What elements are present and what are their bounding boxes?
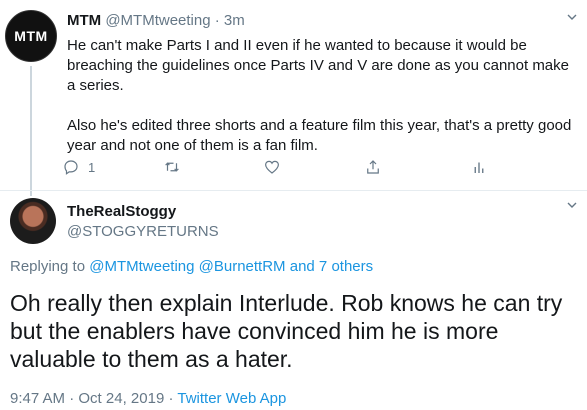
analytics-icon bbox=[474, 162, 484, 173]
heart-icon bbox=[265, 160, 279, 174]
tweet-text: Oh really then explain Interlude. Rob kn… bbox=[10, 290, 563, 372]
mention-link[interactable]: @MTMtweeting bbox=[89, 258, 194, 275]
tweet-paragraph-1: He can't make Parts I and II even if he … bbox=[67, 37, 569, 94]
retweet-button[interactable] bbox=[163, 156, 181, 178]
analytics-button[interactable] bbox=[470, 156, 488, 178]
thread-connector-line bbox=[30, 66, 32, 196]
mention-link[interactable]: @BurnettRM bbox=[199, 258, 286, 275]
chevron-down-icon[interactable] bbox=[567, 12, 577, 22]
share-button[interactable] bbox=[364, 156, 382, 178]
like-button[interactable] bbox=[263, 156, 281, 178]
tweet-paragraph-2: Also he's edited three shorts and a feat… bbox=[67, 117, 572, 154]
replying-to: Replying to @MTMtweeting @BurnettRM and … bbox=[10, 258, 373, 275]
reply-button[interactable]: 1 bbox=[62, 156, 95, 178]
tweet-time[interactable]: 9:47 AM bbox=[10, 390, 65, 407]
tweet-actions: 1 bbox=[62, 156, 522, 178]
share-icon bbox=[367, 160, 379, 174]
meta-separator: · bbox=[168, 390, 174, 407]
others-link[interactable]: and 7 others bbox=[290, 258, 373, 275]
reply-icon bbox=[64, 160, 78, 175]
retweet-icon bbox=[165, 162, 179, 172]
parent-tweet[interactable]: MTM MTM @MTMtweeting · 3m He can't make … bbox=[0, 0, 587, 196]
header-separator: · bbox=[214, 12, 220, 29]
author-name[interactable]: MTM bbox=[67, 12, 101, 29]
stoggy-avatar[interactable] bbox=[10, 198, 56, 244]
author-handle[interactable]: @MTMtweeting bbox=[105, 12, 210, 29]
chevron-down-icon[interactable] bbox=[567, 200, 577, 210]
tweet-metadata: 9:47 AM · Oct 24, 2019 · Twitter Web App bbox=[10, 390, 286, 407]
tweet-divider bbox=[0, 190, 587, 191]
mtm-avatar[interactable]: MTM bbox=[5, 10, 57, 62]
tweet-date[interactable]: Oct 24, 2019 bbox=[78, 390, 164, 407]
author-handle[interactable]: @STOGGYRETURNS bbox=[67, 223, 219, 240]
author-name[interactable]: TheRealStoggy bbox=[67, 203, 176, 220]
source-link[interactable]: Twitter Web App bbox=[177, 390, 286, 407]
reply-count: 1 bbox=[88, 159, 96, 175]
tweet-header: MTM @MTMtweeting · 3m bbox=[67, 12, 245, 30]
tweet-body: He can't make Parts I and II even if he … bbox=[67, 36, 572, 156]
meta-separator: · bbox=[69, 390, 75, 407]
replying-to-label: Replying to bbox=[10, 258, 86, 275]
tweet-time[interactable]: 3m bbox=[224, 12, 245, 29]
